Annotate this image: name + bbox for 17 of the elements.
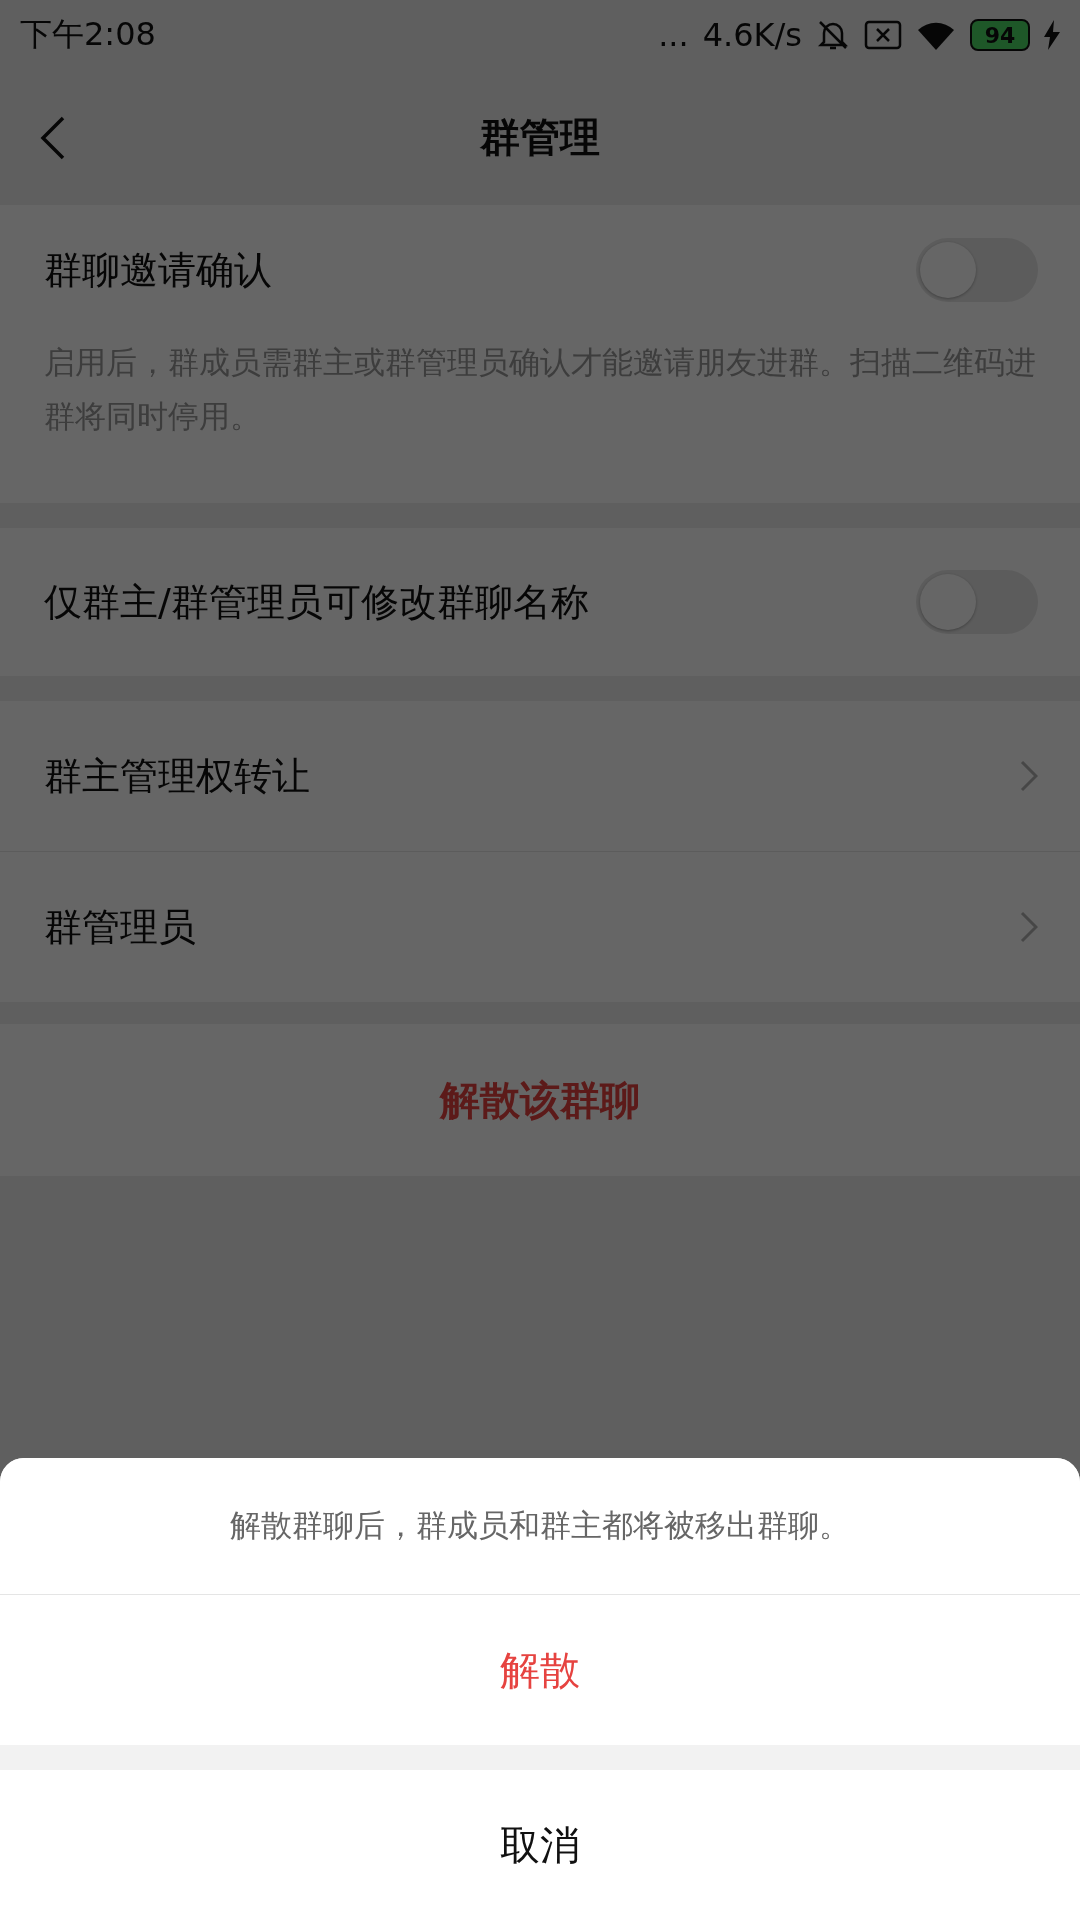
- dissolve-group-button[interactable]: 解散该群聊: [0, 1024, 1080, 1176]
- chevron-right-icon: [1020, 911, 1038, 943]
- battery-icon: 94: [970, 19, 1030, 51]
- status-time: 下午2:08: [20, 14, 156, 55]
- menu-row[interactable]: 群主管理权转让: [0, 701, 1080, 852]
- back-icon[interactable]: [40, 116, 66, 160]
- network-speed: 4.6K/s: [702, 16, 802, 54]
- signal-dots: ...: [658, 16, 689, 54]
- chevron-right-icon: [1020, 760, 1038, 792]
- bell-muted-icon: [816, 18, 850, 52]
- charging-bolt-icon: [1044, 20, 1060, 50]
- menu-row[interactable]: 群管理员: [0, 852, 1080, 1002]
- setting-label: 群聊邀请确认: [44, 246, 272, 294]
- sim-x-icon: [864, 20, 902, 50]
- setting-label: 仅群主/群管理员可修改群聊名称: [44, 578, 589, 626]
- page-title: 群管理: [480, 113, 600, 162]
- cancel-button[interactable]: 取消: [0, 1770, 1080, 1920]
